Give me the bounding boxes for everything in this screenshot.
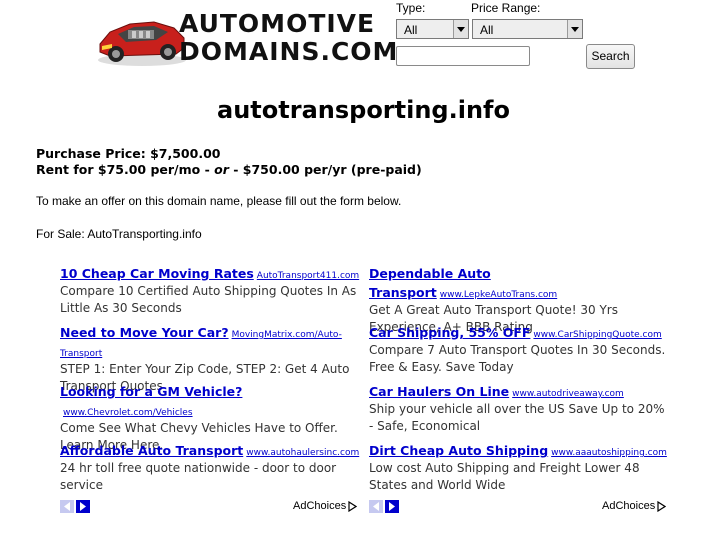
- chevron-down-icon: [567, 20, 582, 38]
- rent-price: Rent for $75.00 per/mo - or - $750.00 pe…: [36, 162, 422, 178]
- adchoices-icon: [657, 500, 667, 512]
- ad-unit[interactable]: Dirt Cheap Auto Shipping www.aaautoshippi…: [369, 440, 669, 494]
- type-select[interactable]: All: [396, 19, 469, 39]
- adchoices-label: AdChoices: [293, 500, 347, 512]
- ad-url-link[interactable]: www.Chevrolet.com/Vehicles: [63, 408, 193, 418]
- logo-line-2: DOMAINS.COM: [179, 37, 399, 66]
- ad-title-link[interactable]: 10 Cheap Car Moving Rates: [60, 266, 254, 281]
- pricing-block: Purchase Price: $7,500.00 Rent for $75.0…: [36, 146, 422, 178]
- search-input[interactable]: [396, 46, 530, 66]
- ad-url-link[interactable]: AutoTransport411.com: [257, 271, 359, 281]
- offer-instructions: To make an offer on this domain name, pl…: [36, 194, 402, 208]
- ad-unit[interactable]: Car Haulers On Line www.autodriveaway.com…: [369, 381, 669, 435]
- for-sale-text: For Sale: AutoTransporting.info: [36, 227, 202, 241]
- ad-next-button[interactable]: [76, 500, 90, 513]
- ad-unit[interactable]: 10 Cheap Car Moving Rates AutoTransport41…: [60, 263, 360, 317]
- ad-url-link[interactable]: www.LepkeAutoTrans.com: [440, 290, 557, 300]
- ad-description: Ship your vehicle all over the US Save U…: [369, 402, 665, 433]
- search-button[interactable]: Search: [586, 44, 635, 69]
- ad-description: Compare 7 Auto Transport Quotes In 30 Se…: [369, 343, 666, 374]
- chevron-left-icon: [373, 502, 379, 511]
- ad-title-link[interactable]: Car Shipping, 55% OFF: [369, 325, 530, 340]
- price-range-select[interactable]: All: [472, 19, 583, 39]
- rent-price-part-1: Rent for $75.00 per/mo -: [36, 162, 215, 177]
- ad-description: 24 hr toll free quote nationwide - door …: [60, 461, 337, 492]
- ad-title-link[interactable]: Car Haulers On Line: [369, 384, 509, 399]
- ad-description: Compare 10 Certified Auto Shipping Quote…: [60, 284, 357, 315]
- ad-title-link[interactable]: Looking for a GM Vehicle?: [60, 384, 242, 399]
- type-label: Type:: [396, 1, 426, 15]
- adchoices-link[interactable]: AdChoices: [293, 500, 358, 512]
- automotive-domains-logo[interactable]: AUTOMOTIVE DOMAINS.COM: [96, 8, 399, 68]
- ad-title-link[interactable]: Need to Move Your Car?: [60, 325, 229, 340]
- ad-title-link[interactable]: Affordable Auto Transport: [60, 443, 243, 458]
- car-engine-icon: [98, 21, 186, 66]
- type-select-value: All: [404, 23, 418, 37]
- logo-wordmark: AUTOMOTIVE DOMAINS.COM: [179, 8, 399, 66]
- ad-url-link[interactable]: www.aaautoshipping.com: [551, 448, 667, 458]
- ad-next-button[interactable]: [385, 500, 399, 513]
- ad-description: Low cost Auto Shipping and Freight Lower…: [369, 461, 640, 492]
- domain-title: autotransporting.info: [217, 96, 510, 124]
- chevron-left-icon: [64, 502, 70, 511]
- logo-line-1: AUTOMOTIVE: [179, 9, 376, 38]
- ad-url-link[interactable]: www.CarShippingQuote.com: [533, 330, 661, 340]
- chevron-right-icon: [389, 502, 395, 511]
- ad-title-link[interactable]: Dirt Cheap Auto Shipping: [369, 443, 548, 458]
- ad-url-link[interactable]: www.autohaulersinc.com: [246, 448, 359, 458]
- purchase-price: Purchase Price: $7,500.00: [36, 146, 221, 161]
- ad-prev-button[interactable]: [60, 500, 74, 513]
- chevron-down-icon: [453, 20, 468, 38]
- ad-unit[interactable]: Car Shipping, 55% OFF www.CarShippingQuot…: [369, 322, 669, 376]
- ad-url-link[interactable]: www.autodriveaway.com: [512, 389, 624, 399]
- chevron-right-icon: [80, 502, 86, 511]
- adchoices-link[interactable]: AdChoices: [602, 500, 667, 512]
- rent-price-part-2: - $750.00 per/yr (pre-paid): [228, 162, 422, 177]
- price-range-label: Price Range:: [471, 1, 541, 15]
- rent-price-or: or: [214, 162, 229, 177]
- price-range-select-value: All: [480, 23, 494, 37]
- adchoices-label: AdChoices: [602, 500, 656, 512]
- ad-unit[interactable]: Affordable Auto Transport www.autohaulers…: [60, 440, 360, 494]
- ad-prev-button[interactable]: [369, 500, 383, 513]
- adchoices-icon: [348, 500, 358, 512]
